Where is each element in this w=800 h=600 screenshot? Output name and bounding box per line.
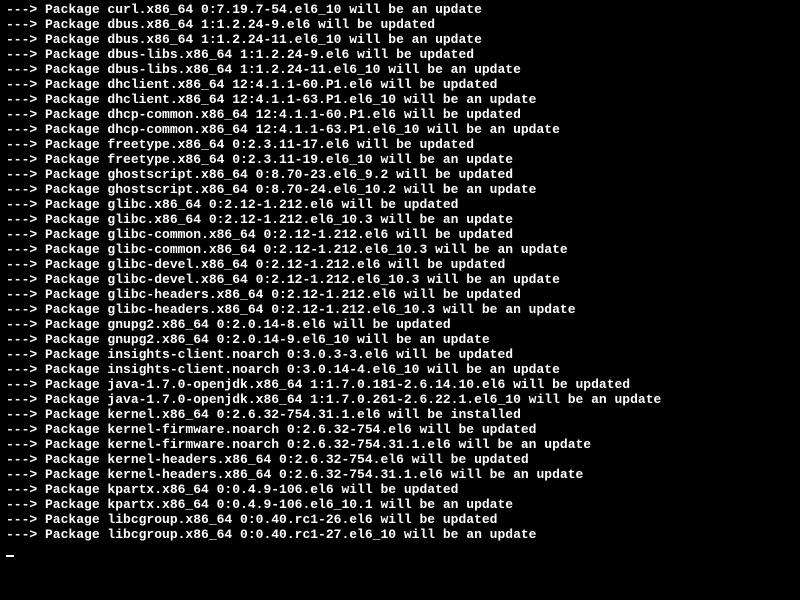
output-line: ---> Package glibc-headers.x86_64 0:2.12…: [6, 287, 798, 302]
output-line: ---> Package insights-client.noarch 0:3.…: [6, 347, 798, 362]
output-line: ---> Package insights-client.noarch 0:3.…: [6, 362, 798, 377]
output-line: ---> Package dhcp-common.x86_64 12:4.1.1…: [6, 122, 798, 137]
output-line: ---> Package java-1.7.0-openjdk.x86_64 1…: [6, 392, 798, 407]
output-line: ---> Package glibc-common.x86_64 0:2.12-…: [6, 227, 798, 242]
terminal-output[interactable]: ---> Package curl.x86_64 0:7.19.7-54.el6…: [0, 0, 800, 559]
output-line: ---> Package gnupg2.x86_64 0:2.0.14-9.el…: [6, 332, 798, 347]
output-line: ---> Package kernel.x86_64 0:2.6.32-754.…: [6, 407, 798, 422]
output-line: ---> Package dhclient.x86_64 12:4.1.1-63…: [6, 92, 798, 107]
output-line: ---> Package libcgroup.x86_64 0:0.40.rc1…: [6, 512, 798, 527]
output-line: ---> Package kpartx.x86_64 0:0.4.9-106.e…: [6, 497, 798, 512]
output-line: ---> Package java-1.7.0-openjdk.x86_64 1…: [6, 377, 798, 392]
output-line: ---> Package glibc-devel.x86_64 0:2.12-1…: [6, 272, 798, 287]
output-line: ---> Package gnupg2.x86_64 0:2.0.14-8.el…: [6, 317, 798, 332]
output-line: ---> Package dbus.x86_64 1:1.2.24-9.el6 …: [6, 17, 798, 32]
output-line: ---> Package dhclient.x86_64 12:4.1.1-60…: [6, 77, 798, 92]
cursor-line: [6, 542, 798, 557]
output-line: ---> Package freetype.x86_64 0:2.3.11-17…: [6, 137, 798, 152]
output-line: ---> Package glibc-headers.x86_64 0:2.12…: [6, 302, 798, 317]
output-line: ---> Package ghostscript.x86_64 0:8.70-2…: [6, 182, 798, 197]
output-line: ---> Package kernel-headers.x86_64 0:2.6…: [6, 452, 798, 467]
cursor-icon: [6, 555, 14, 557]
output-line: ---> Package libcgroup.x86_64 0:0.40.rc1…: [6, 527, 798, 542]
output-line: ---> Package kernel-headers.x86_64 0:2.6…: [6, 467, 798, 482]
output-line: ---> Package kernel-firmware.noarch 0:2.…: [6, 422, 798, 437]
output-line: ---> Package dbus.x86_64 1:1.2.24-11.el6…: [6, 32, 798, 47]
output-line: ---> Package dhcp-common.x86_64 12:4.1.1…: [6, 107, 798, 122]
output-line: ---> Package glibc.x86_64 0:2.12-1.212.e…: [6, 197, 798, 212]
output-line: ---> Package dbus-libs.x86_64 1:1.2.24-1…: [6, 62, 798, 77]
output-line: ---> Package dbus-libs.x86_64 1:1.2.24-9…: [6, 47, 798, 62]
output-line: ---> Package kernel-firmware.noarch 0:2.…: [6, 437, 798, 452]
output-line: ---> Package kpartx.x86_64 0:0.4.9-106.e…: [6, 482, 798, 497]
output-line: ---> Package glibc-devel.x86_64 0:2.12-1…: [6, 257, 798, 272]
output-line: ---> Package ghostscript.x86_64 0:8.70-2…: [6, 167, 798, 182]
output-line: ---> Package curl.x86_64 0:7.19.7-54.el6…: [6, 2, 798, 17]
output-line: ---> Package glibc.x86_64 0:2.12-1.212.e…: [6, 212, 798, 227]
output-line: ---> Package glibc-common.x86_64 0:2.12-…: [6, 242, 798, 257]
output-line: ---> Package freetype.x86_64 0:2.3.11-19…: [6, 152, 798, 167]
